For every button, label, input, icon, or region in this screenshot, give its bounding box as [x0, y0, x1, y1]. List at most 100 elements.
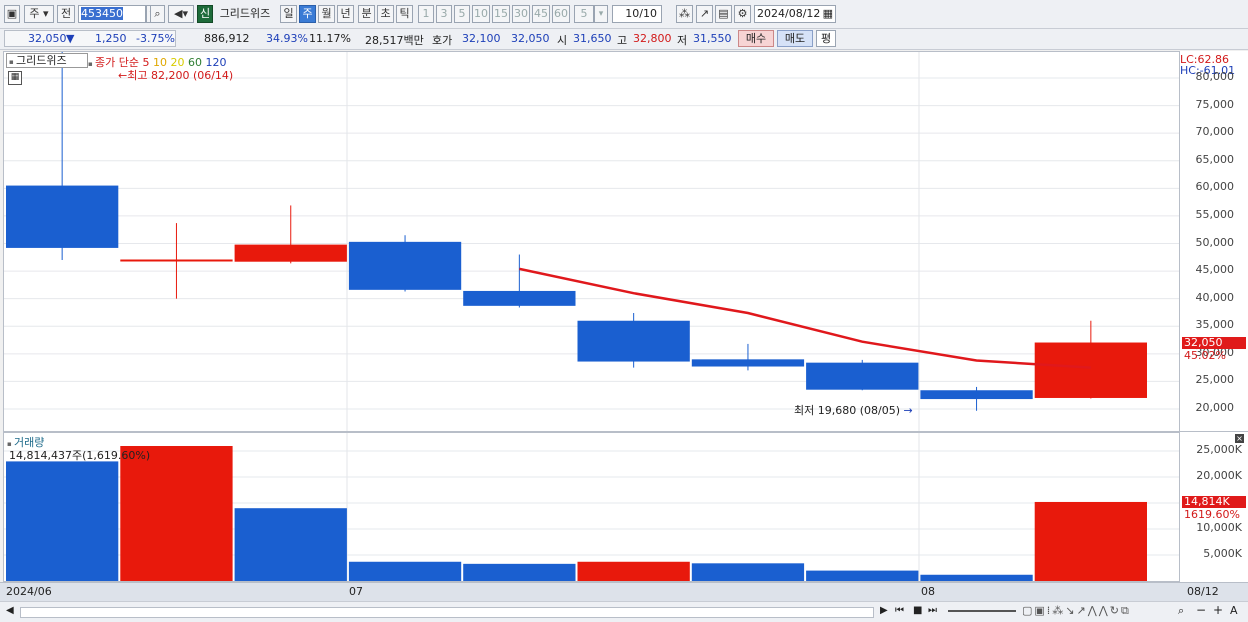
volume-bar: [463, 563, 576, 581]
current-price: 32,050: [28, 32, 67, 45]
price-panel: ▪ 그리드위즈 ▪ 종가 단순 5 10 20 60 120 ▦ ←최고 82,…: [3, 51, 1180, 432]
volume-bar: [806, 570, 919, 581]
price-axis: LC:62.86 HC:-61.01 20,000 25,000 30,000 35,…: [1180, 51, 1248, 432]
period-tick[interactable]: 틱: [396, 5, 413, 23]
volume-bar: [1034, 501, 1147, 581]
interval-dropdown-icon[interactable]: ▾: [594, 5, 608, 23]
candle-body: [234, 244, 347, 262]
price-tick-label: 40,000: [1195, 290, 1235, 304]
drawing-tools-icon[interactable]: ▢▣⁞⁂↘↗⋀⋀↻⧉: [1022, 604, 1131, 618]
period-year[interactable]: 년: [337, 5, 354, 23]
quote-bar: 32,050 ▼ 1,250 -3.75% 886,912 34.93% 11.…: [0, 29, 1248, 50]
down-arrow-icon: ▼: [66, 32, 75, 45]
candle-body: [463, 290, 576, 306]
prev-button[interactable]: 전: [57, 5, 75, 23]
volume-panel: ▪ 거래량 14,814,437주(1,619.60%): [3, 432, 1180, 582]
price-tick-label: 65,000: [1195, 152, 1235, 166]
current-price-pct: 45.02%: [1184, 349, 1226, 362]
date-value: 2024/08/12: [757, 7, 821, 20]
eval-button[interactable]: 평: [816, 30, 836, 47]
zoom-out-icon[interactable]: −: [1196, 603, 1206, 617]
x-label-july: 07: [349, 585, 363, 598]
price-tick-label: 35,000: [1195, 318, 1235, 332]
market-label: 주: [29, 7, 40, 20]
high-annotation-text: 최고 82,200 (06/14): [127, 69, 234, 82]
speaker-icon[interactable]: ◀▾: [168, 5, 194, 23]
panel-title: 그리드위즈: [15, 54, 67, 67]
first-page-icon[interactable]: ⏮: [895, 605, 904, 616]
period-day[interactable]: 일: [280, 5, 297, 23]
interval-45[interactable]: 45: [532, 5, 550, 23]
ask-price-2: 32,050: [511, 32, 550, 45]
period-second[interactable]: 초: [377, 5, 394, 23]
zoom-icon[interactable]: ⌕: [1178, 604, 1184, 618]
table-icon[interactable]: ▦: [8, 71, 22, 85]
date-field[interactable]: 2024/08/12 ▦: [754, 5, 836, 23]
volume-tick-label: 25,000K: [1196, 443, 1242, 456]
interval-5[interactable]: 5: [454, 5, 470, 23]
ask-price-1: 32,100: [462, 32, 501, 45]
last-page-icon[interactable]: ⏭: [928, 605, 937, 616]
turnover-value: 34.93%: [266, 32, 308, 45]
period-week[interactable]: 주: [299, 5, 316, 23]
current-volume-tag: 14,814K: [1182, 496, 1246, 508]
volume-axis: × 5,000K10,000K15,000K20,000K25,000K 14,…: [1180, 432, 1248, 582]
period-month[interactable]: 월: [318, 5, 335, 23]
market-select[interactable]: 주 ▾: [24, 5, 54, 23]
interval-30[interactable]: 30: [512, 5, 530, 23]
stop-icon[interactable]: ■: [913, 605, 922, 616]
search-icon[interactable]: ⌕: [150, 5, 165, 23]
draw-icon[interactable]: ↗: [696, 5, 713, 23]
code-input[interactable]: 453450: [78, 5, 146, 23]
price-chart: [4, 52, 1179, 431]
scroll-right-icon[interactable]: ▶: [880, 605, 888, 616]
sell-button[interactable]: 매도: [777, 30, 813, 47]
price-tick-label: 25,000: [1195, 373, 1235, 387]
close-panel-icon[interactable]: ×: [1235, 434, 1244, 443]
interval-60[interactable]: 60: [552, 5, 570, 23]
interval-10[interactable]: 10: [472, 5, 490, 23]
current-volume-pct: 1619.60%: [1184, 508, 1240, 521]
count-field[interactable]: 10/10: [612, 5, 662, 23]
gear-icon[interactable]: ⚙: [734, 5, 751, 23]
volume-value: 886,912: [204, 32, 250, 45]
new-badge: 신: [197, 5, 213, 23]
candle-body: [1034, 342, 1147, 398]
candle-body: [120, 259, 233, 262]
x-label-august: 08: [921, 585, 935, 598]
auto-scale-icon[interactable]: A: [1230, 604, 1238, 617]
scroll-left-icon[interactable]: ◀: [6, 605, 14, 616]
amount-value: 28,517백만: [365, 34, 424, 47]
change-value: 1,250: [95, 32, 127, 45]
volume-bar: [920, 574, 1033, 581]
high-label: 고: [617, 34, 628, 47]
interval-15[interactable]: 15: [492, 5, 510, 23]
interval-input[interactable]: 5: [574, 5, 594, 23]
calendar-icon[interactable]: ▦: [823, 6, 833, 22]
candle-body: [920, 390, 1033, 400]
panel-title-box[interactable]: ▪ 그리드위즈: [6, 53, 88, 68]
candle-body: [806, 362, 919, 390]
volume-bar: [691, 563, 805, 581]
buy-button[interactable]: 매수: [738, 30, 774, 47]
code-value: 453450: [81, 7, 123, 20]
period-minute[interactable]: 분: [358, 5, 375, 23]
zoom-in-icon[interactable]: +: [1213, 603, 1223, 617]
low-annotation: 최저 19,680 (08/05) →: [794, 404, 913, 417]
interval-1[interactable]: 1: [418, 5, 434, 23]
candle-body: [577, 320, 690, 362]
volume-tick-label: 10,000K: [1196, 521, 1242, 534]
volume-chart: [4, 433, 1179, 581]
ratio-value: 11.17%: [309, 32, 351, 45]
horizontal-scrollbar[interactable]: [20, 607, 874, 618]
save-icon[interactable]: ▤: [715, 5, 732, 23]
zoom-slider[interactable]: [948, 610, 1016, 612]
high-value: 32,800: [633, 32, 672, 45]
price-tick-label: 45,000: [1195, 263, 1235, 277]
window-icon[interactable]: ▣: [4, 5, 20, 23]
interval-3[interactable]: 3: [436, 5, 452, 23]
crosshair-icon[interactable]: ⁂: [676, 5, 693, 23]
price-tick-label: 55,000: [1195, 207, 1235, 221]
low-value: 31,550: [693, 32, 732, 45]
volume-tick-label: 20,000K: [1196, 469, 1242, 482]
